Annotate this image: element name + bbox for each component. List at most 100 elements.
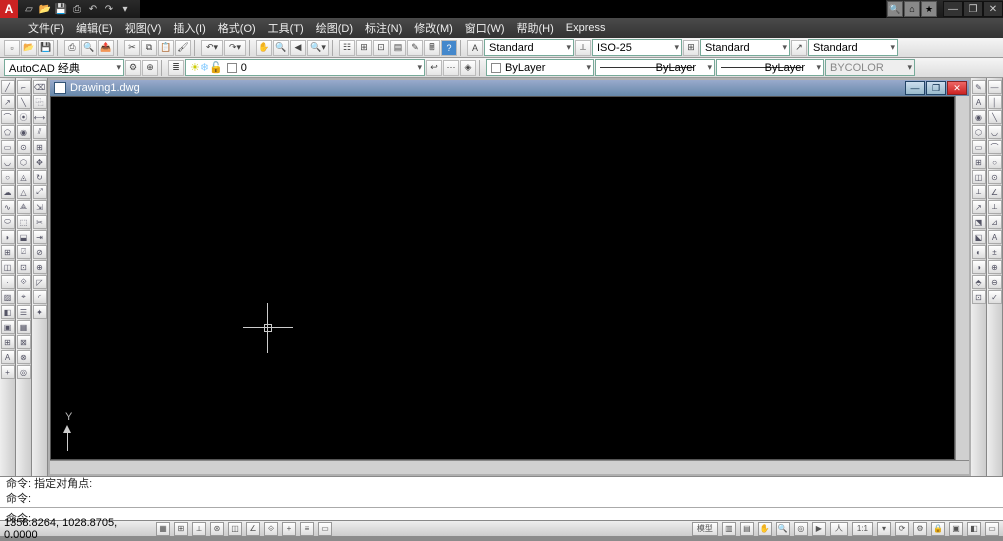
- tool-2i[interactable]: ⟁: [17, 200, 31, 214]
- rtool2-g[interactable]: ⊙: [988, 170, 1002, 184]
- workspace-settings-button[interactable]: ⚙: [125, 60, 141, 76]
- mleaderstyle-combo[interactable]: Standard: [808, 39, 898, 56]
- tool-2c[interactable]: ⦿: [17, 110, 31, 124]
- tool-2q[interactable]: ▦: [17, 320, 31, 334]
- rtool2-a[interactable]: —: [988, 80, 1002, 94]
- rtool2-j[interactable]: ⊿: [988, 215, 1002, 229]
- rtool-n[interactable]: ⬘: [972, 275, 986, 289]
- line-tool[interactable]: ╱: [1, 80, 15, 94]
- trim-tool[interactable]: ✂: [33, 215, 47, 229]
- rectangle-tool[interactable]: ▭: [1, 140, 15, 154]
- print-button[interactable]: ⎙: [64, 40, 80, 56]
- rtool2-h[interactable]: ∠: [988, 185, 1002, 199]
- rtool-i[interactable]: ↗: [972, 200, 986, 214]
- rtool-d[interactable]: ⬡: [972, 125, 986, 139]
- menu-dimension[interactable]: 标注(N): [365, 20, 402, 36]
- open-button[interactable]: 📂: [21, 40, 37, 56]
- isolate-objects[interactable]: ◧: [967, 522, 981, 536]
- doc-restore-button[interactable]: ❐: [926, 81, 946, 95]
- minimize-button[interactable]: —: [943, 1, 963, 17]
- status-zoom[interactable]: 🔍: [776, 522, 790, 536]
- sheetset-button[interactable]: ▤: [390, 40, 406, 56]
- save-button[interactable]: 💾: [38, 40, 54, 56]
- copy-button[interactable]: ⧉: [141, 40, 157, 56]
- model-button[interactable]: 模型: [692, 522, 718, 536]
- copy-tool[interactable]: ⿻: [33, 95, 47, 109]
- pline-tool[interactable]: ⌒: [1, 110, 15, 124]
- textstyle-button[interactable]: A: [467, 40, 483, 56]
- vertical-scrollbar[interactable]: [955, 96, 969, 460]
- plotstyle-combo[interactable]: BYCOLOR: [825, 59, 915, 76]
- app-logo[interactable]: A: [0, 0, 18, 18]
- layer-combo[interactable]: ☀ ❄ 🔓 0: [185, 59, 425, 76]
- fillet-tool[interactable]: ◜: [33, 290, 47, 304]
- menu-insert[interactable]: 插入(I): [173, 20, 205, 36]
- lwt-toggle[interactable]: ≡: [300, 522, 314, 536]
- snap-toggle[interactable]: ▦: [156, 522, 170, 536]
- rtool2-b[interactable]: │: [988, 95, 1002, 109]
- rtool-m[interactable]: ◑: [972, 260, 986, 274]
- workspace-save-button[interactable]: ⊕: [142, 60, 158, 76]
- insert-tool[interactable]: ⊞: [1, 245, 15, 259]
- hatch-tool[interactable]: ▨: [1, 290, 15, 304]
- pan-button[interactable]: ✋: [256, 40, 272, 56]
- addselected-tool[interactable]: +: [1, 365, 15, 379]
- annoauto-toggle[interactable]: ⟳: [895, 522, 909, 536]
- zoom-realtime-button[interactable]: 🔍: [273, 40, 289, 56]
- close-button[interactable]: ✕: [983, 1, 1003, 17]
- markup-button[interactable]: ✎: [407, 40, 423, 56]
- extend-tool[interactable]: ⇥: [33, 230, 47, 244]
- rtool-a[interactable]: ✎: [972, 80, 986, 94]
- rtool-j[interactable]: ⬔: [972, 215, 986, 229]
- rtool-k[interactable]: ⬕: [972, 230, 986, 244]
- rtool-o[interactable]: ⊡: [972, 290, 986, 304]
- qp-toggle[interactable]: ▭: [318, 522, 332, 536]
- infocenter-icon[interactable]: ⌂: [904, 1, 920, 17]
- circle-tool[interactable]: ○: [1, 170, 15, 184]
- toolpalette-button[interactable]: ⊡: [373, 40, 389, 56]
- qcalc-button[interactable]: 🖩: [424, 40, 440, 56]
- gradient-tool[interactable]: ◧: [1, 305, 15, 319]
- menu-modify[interactable]: 修改(M): [414, 20, 453, 36]
- cut-button[interactable]: ✂: [124, 40, 140, 56]
- rtool2-f[interactable]: ○: [988, 155, 1002, 169]
- dimstyle-button[interactable]: ⟂: [575, 40, 591, 56]
- array-tool[interactable]: ⊞: [33, 140, 47, 154]
- zoom-prev-button[interactable]: ◀: [290, 40, 306, 56]
- tool-2o[interactable]: ⌖: [17, 290, 31, 304]
- offset-tool[interactable]: ⫽: [33, 125, 47, 139]
- rtool-b[interactable]: A: [972, 95, 986, 109]
- redo-button[interactable]: ↷▾: [224, 40, 246, 56]
- xline-tool[interactable]: ↗: [1, 95, 15, 109]
- tablestyle-button[interactable]: ⊞: [683, 40, 699, 56]
- point-tool[interactable]: ·: [1, 275, 15, 289]
- tool-2d[interactable]: ◉: [17, 125, 31, 139]
- layer-prev-button[interactable]: ↩: [426, 60, 442, 76]
- mirror-tool[interactable]: ⟷: [33, 110, 47, 124]
- spline-tool[interactable]: ∿: [1, 200, 15, 214]
- dyn-toggle[interactable]: +: [282, 522, 296, 536]
- horizontal-scrollbar[interactable]: [50, 460, 969, 474]
- tool-2j[interactable]: ⬚: [17, 215, 31, 229]
- tool-2h[interactable]: △: [17, 185, 31, 199]
- rtool2-i[interactable]: ⟂: [988, 200, 1002, 214]
- tool-2k[interactable]: ⬓: [17, 230, 31, 244]
- menu-express[interactable]: Express: [566, 22, 606, 34]
- hardware-accel[interactable]: ▣: [949, 522, 963, 536]
- cleanscreen-toggle[interactable]: ▭: [985, 522, 999, 536]
- paste-button[interactable]: 📋: [158, 40, 174, 56]
- mleaderstyle-button[interactable]: ↗: [791, 40, 807, 56]
- linetype-combo[interactable]: ByLayer: [595, 59, 715, 76]
- stretch-tool[interactable]: ⇲: [33, 200, 47, 214]
- menu-draw[interactable]: 绘图(D): [316, 20, 353, 36]
- ellipse-tool[interactable]: ⬭: [1, 215, 15, 229]
- menu-view[interactable]: 视图(V): [125, 20, 162, 36]
- tablestyle-combo[interactable]: Standard: [700, 39, 790, 56]
- doc-close-button[interactable]: ✕: [947, 81, 967, 95]
- rtool2-e[interactable]: ⌒: [988, 140, 1002, 154]
- annovis-toggle[interactable]: ▾: [877, 522, 891, 536]
- lineweight-combo[interactable]: ByLayer: [716, 59, 824, 76]
- ellipsearc-tool[interactable]: ◗: [1, 230, 15, 244]
- grid-toggle[interactable]: ⊞: [174, 522, 188, 536]
- toolbar-lock[interactable]: 🔒: [931, 522, 945, 536]
